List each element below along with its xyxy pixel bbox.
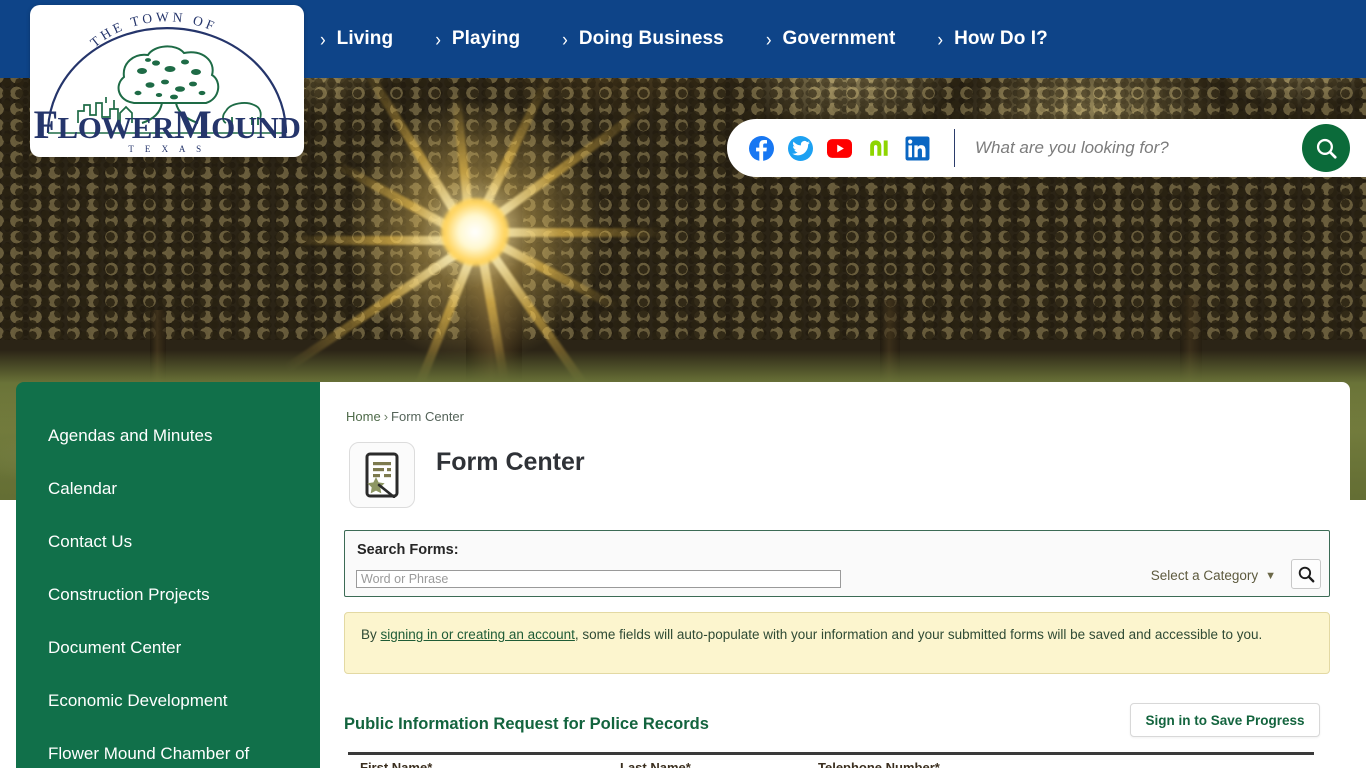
field-label-last-name: Last Name* [620, 760, 691, 768]
notice-suffix: , some fields will auto-populate with yo… [574, 627, 1263, 642]
svg-text:T E X A S: T E X A S [128, 144, 205, 154]
page-root: › Living › Playing › Doing Business › Go… [0, 0, 1366, 768]
signin-create-account-link[interactable]: signing in or creating an account [381, 627, 575, 642]
sidebar-item-flower-mound-chamber[interactable]: Flower Mound Chamber of [16, 727, 320, 768]
form-center-icon-graphic [365, 452, 399, 498]
site-logo[interactable]: THE TOWN OF FLOWERMOUND T E X A S [30, 5, 304, 157]
linkedin-icon[interactable] [905, 136, 930, 161]
header-search-bar [727, 119, 1366, 177]
breadcrumb-separator: › [383, 409, 389, 424]
breadcrumb: Home › Form Center [346, 409, 464, 424]
primary-nav-links: › Living › Playing › Doing Business › Go… [320, 0, 1090, 78]
form-divider [348, 752, 1314, 755]
svg-text:FLOWERMOUND: FLOWERMOUND [34, 102, 301, 147]
category-select[interactable]: Select a Category ▼ [1151, 568, 1276, 583]
sidebar-item-construction-projects[interactable]: Construction Projects [16, 568, 320, 621]
chevron-right-icon: › [435, 28, 441, 50]
hero-sun-core [441, 198, 509, 266]
form-heading: Public Information Request for Police Re… [344, 715, 709, 733]
chevron-right-icon: › [320, 28, 326, 50]
nav-item-playing[interactable]: › Playing [435, 28, 520, 50]
main-content-card: Home › Form Center Form Center Search Form… [320, 382, 1350, 768]
nav-item-label: Living [336, 28, 394, 49]
sidebar-item-economic-development[interactable]: Economic Development [16, 674, 320, 727]
sign-in-to-save-progress-button[interactable]: Sign in to Save Progress [1130, 703, 1320, 737]
search-forms-input[interactable] [356, 570, 841, 588]
search-divider [954, 129, 955, 167]
chevron-right-icon: › [937, 28, 944, 50]
page-title: Form Center [436, 448, 585, 476]
twitter-icon[interactable] [788, 135, 813, 161]
nav-item-label: Playing [451, 28, 521, 49]
flower-mound-logo-graphic: THE TOWN OF FLOWERMOUND T E X A S [34, 9, 301, 154]
search-forms-label: Search Forms: [357, 542, 459, 558]
field-label-first-name: First Name* [360, 760, 433, 768]
breadcrumb-home-link[interactable]: Home [346, 409, 381, 424]
nav-item-label: Doing Business [578, 28, 724, 49]
left-sidebar-menu: Agendas and Minutes Calendar Contact Us … [16, 382, 320, 768]
nav-item-doing-business[interactable]: › Doing Business [562, 28, 724, 50]
signin-notice-banner: By signing in or creating an account, so… [344, 612, 1330, 674]
search-icon [1316, 138, 1337, 159]
field-label-telephone-number: Telephone Number* [818, 760, 940, 768]
site-search-input[interactable] [975, 138, 1355, 158]
category-select-label: Select a Category [1150, 568, 1259, 583]
search-forms-panel: Search Forms: Select a Category ▼ [344, 530, 1330, 597]
sidebar-item-calendar[interactable]: Calendar [16, 462, 320, 515]
nav-item-government[interactable]: › Government [766, 28, 896, 50]
sidebar-item-agendas-and-minutes[interactable]: Agendas and Minutes [16, 409, 320, 462]
site-search-button[interactable] [1302, 124, 1350, 172]
facebook-icon[interactable] [749, 135, 774, 161]
nav-item-label: Government [782, 28, 896, 49]
breadcrumb-current: Form Center [391, 409, 464, 424]
social-media-links [727, 135, 930, 161]
chevron-right-icon: › [562, 28, 568, 50]
nav-item-how-do-i[interactable]: › How Do I? [937, 28, 1047, 50]
form-center-icon [349, 442, 415, 508]
search-forms-button[interactable] [1291, 559, 1321, 589]
nextdoor-icon[interactable] [866, 136, 891, 161]
notice-prefix: By [361, 627, 381, 642]
chevron-down-icon: ▼ [1265, 569, 1276, 582]
nav-item-living[interactable]: › Living [320, 28, 393, 50]
nav-item-label: How Do I? [954, 28, 1048, 49]
sidebar-item-document-center[interactable]: Document Center [16, 621, 320, 674]
chevron-right-icon: › [765, 28, 772, 50]
search-icon [1298, 566, 1314, 582]
youtube-icon[interactable] [827, 136, 852, 161]
sidebar-item-contact-us[interactable]: Contact Us [16, 515, 320, 568]
